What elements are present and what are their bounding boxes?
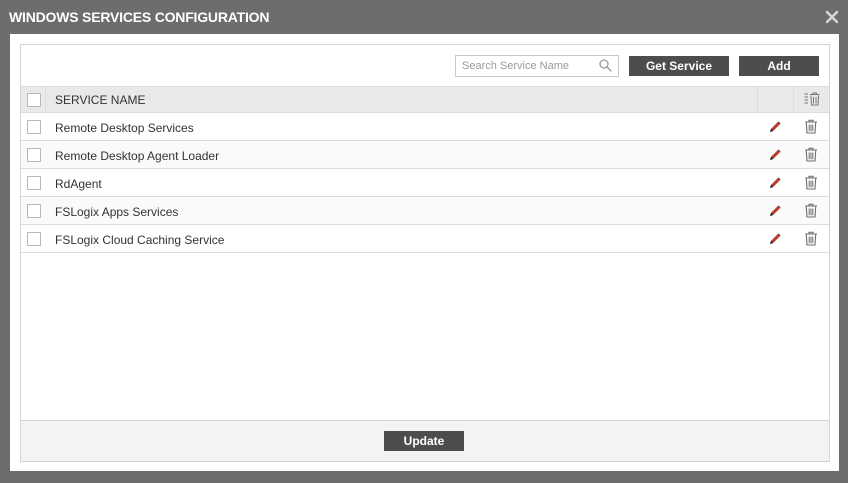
row-checkbox[interactable] [27,120,41,134]
services-panel: Get Service Add SERVICE NAME [20,44,830,462]
delete-icon[interactable] [804,203,818,218]
row-checkbox[interactable] [27,176,41,190]
table-body: Remote Desktop Services Remote Desktop A… [21,113,829,253]
column-header-delete [793,87,830,112]
windows-services-dialog: WINDOWS SERVICES CONFIGURATION Get Servi… [0,0,848,483]
delete-icon[interactable] [804,231,818,246]
edit-icon[interactable] [767,231,783,247]
header-check-cell [21,87,46,112]
service-name: Remote Desktop Services [55,121,194,135]
service-name: FSLogix Apps Services [55,205,179,219]
dialog-title: WINDOWS SERVICES CONFIGURATION [9,9,270,25]
row-checkbox[interactable] [27,232,41,246]
service-name: Remote Desktop Agent Loader [55,149,220,163]
edit-icon[interactable] [767,175,783,191]
service-name: FSLogix Cloud Caching Service [55,233,225,247]
row-check-cell [21,141,45,168]
row-check-cell [21,225,45,252]
table-row: RdAgent [21,169,829,197]
search-input[interactable] [456,56,598,76]
row-checkbox[interactable] [27,204,41,218]
row-check-cell [21,169,45,196]
delete-icon[interactable] [804,147,818,162]
edit-icon[interactable] [767,203,783,219]
table-row: FSLogix Apps Services [21,197,829,225]
delete-icon[interactable] [804,175,818,190]
dialog-titlebar: WINDOWS SERVICES CONFIGURATION [0,0,848,34]
update-button[interactable]: Update [384,431,464,451]
add-button[interactable]: Add [739,56,819,76]
get-service-button[interactable]: Get Service [629,56,729,76]
select-all-checkbox[interactable] [27,93,41,107]
table-header: SERVICE NAME [21,86,829,113]
dialog-content: Get Service Add SERVICE NAME [10,34,839,471]
table-row: Remote Desktop Services [21,113,829,141]
row-check-cell [21,113,45,140]
search-box [455,55,619,77]
column-header-edit [757,87,794,112]
column-header-service-name: SERVICE NAME [55,93,146,107]
row-check-cell [21,197,45,224]
close-icon[interactable] [824,9,840,25]
delete-icon[interactable] [804,119,818,134]
edit-icon[interactable] [767,147,783,163]
table-row: Remote Desktop Agent Loader [21,141,829,169]
search-icon[interactable] [599,59,612,72]
services-table: SERVICE NAME Remote Desktop Services Rem… [21,86,829,253]
edit-icon[interactable] [767,119,783,135]
dialog-footer: Update [21,420,829,461]
table-row: FSLogix Cloud Caching Service [21,225,829,253]
service-name: RdAgent [55,177,102,191]
row-checkbox[interactable] [27,148,41,162]
